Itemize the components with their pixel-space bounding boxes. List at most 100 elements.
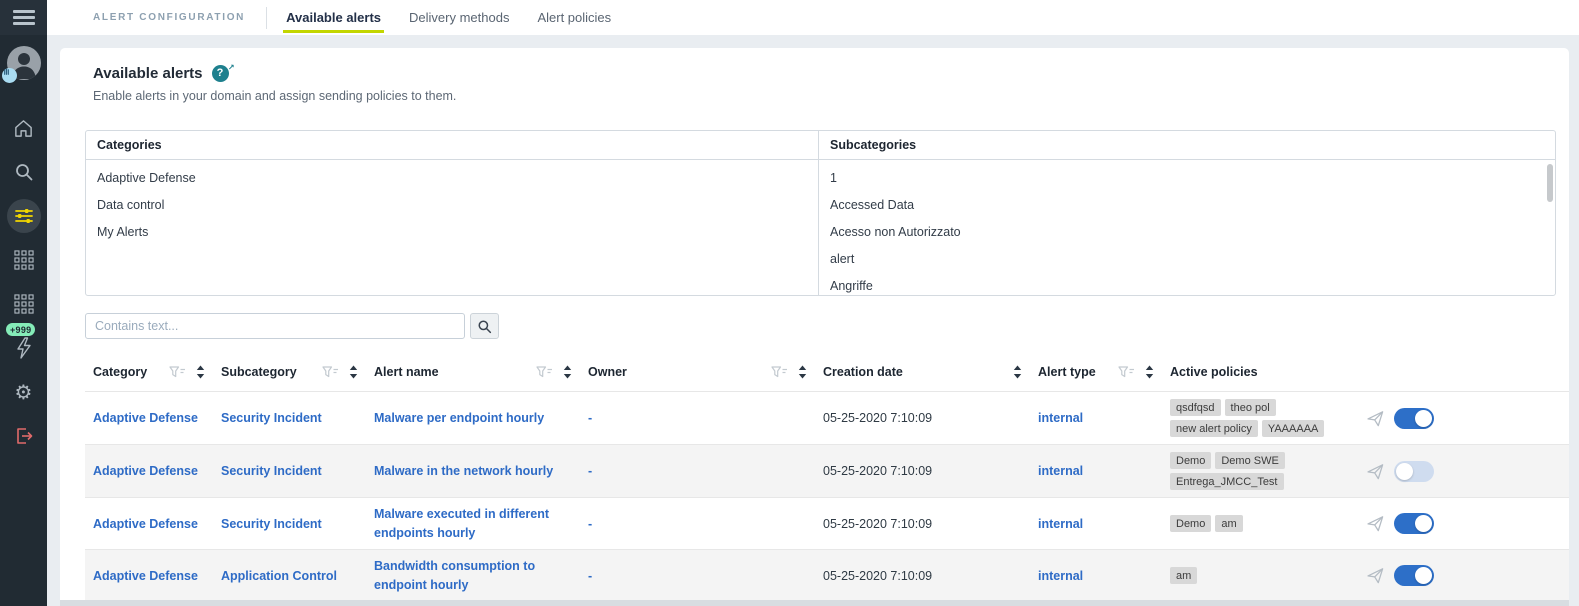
column-header-icons <box>536 365 572 379</box>
column-header-subcategory[interactable]: Subcategory <box>221 365 374 379</box>
active-item-circle <box>6 199 41 233</box>
column-label: Creation date <box>823 365 903 379</box>
cell-category[interactable]: Adaptive Defense <box>85 464 221 478</box>
policy-chip: qsdfqsd <box>1170 399 1221 416</box>
column-header-creation-date[interactable]: Creation date <box>823 365 1038 379</box>
sort-icon[interactable] <box>1013 365 1022 379</box>
avatar[interactable] <box>1 46 41 83</box>
subcategory-item[interactable]: Acesso non Autorizzato <box>819 219 1555 246</box>
search-input[interactable] <box>85 313 465 339</box>
sidebar-item-gear[interactable]: ⚙ <box>0 370 47 414</box>
sidebar-item-search[interactable] <box>0 150 47 194</box>
sort-icon[interactable] <box>349 365 358 379</box>
sort-icon[interactable] <box>563 365 572 379</box>
tab-delivery-methods[interactable]: Delivery methods <box>409 0 509 35</box>
column-label: Active policies <box>1170 365 1258 379</box>
cell-category[interactable]: Adaptive Defense <box>85 517 221 531</box>
filter-icon[interactable] <box>1118 366 1136 378</box>
category-panels: Categories Adaptive Defense Data control M… <box>85 130 1556 296</box>
table-header: Category Subcategory Alert name Owner Creati… <box>85 353 1569 391</box>
policy-chip: new alert policy <box>1170 420 1258 437</box>
cell-alert-name[interactable]: Malware executed in different endpoints … <box>374 505 588 543</box>
cell-owner: - <box>588 568 593 583</box>
cell-category[interactable]: Adaptive Defense <box>85 569 221 583</box>
page-title-row: Available alerts ? ↗ <box>93 63 1569 82</box>
cell-alert-type[interactable]: internal <box>1038 464 1170 478</box>
send-test-alert-button[interactable] <box>1356 514 1394 533</box>
column-label: Category <box>93 365 148 379</box>
tab-alert-policies[interactable]: Alert policies <box>537 0 611 35</box>
subcategory-item[interactable]: 1 <box>819 165 1555 192</box>
cell-alert-type[interactable]: internal <box>1038 517 1170 531</box>
filter-icon[interactable] <box>322 366 340 378</box>
subcategories-panel: Subcategories 1 Accessed Data Acesso non A… <box>819 131 1555 295</box>
toggle-knob <box>1415 409 1432 427</box>
cell-active-policies: qsdfqsd theo pol new alert policy YAAAAAA <box>1170 392 1356 444</box>
sidebar-item-grid[interactable] <box>0 282 47 326</box>
cell-alert-type[interactable]: internal <box>1038 411 1170 425</box>
column-header-owner[interactable]: Owner <box>588 365 823 379</box>
filters-sliders-icon <box>14 209 33 223</box>
policy-chip: Demo <box>1170 452 1212 469</box>
cell-owner: - <box>588 516 593 531</box>
column-header-icons <box>169 365 205 379</box>
cell-alert-type[interactable]: internal <box>1038 569 1170 583</box>
sidebar-item-logout[interactable] <box>0 414 47 458</box>
column-header-icons <box>1118 365 1154 379</box>
help-icon[interactable]: ? ↗ <box>211 63 235 82</box>
search-row <box>85 313 1569 339</box>
category-item[interactable]: Data control <box>86 192 818 219</box>
alert-enabled-toggle-off[interactable] <box>1394 460 1434 482</box>
topbar-tabs: Available alerts Delivery methods Alert po… <box>283 0 639 35</box>
toggle-knob <box>1415 515 1432 532</box>
cell-subcategory[interactable]: Security Incident <box>221 411 374 425</box>
policy-chip: am <box>1215 515 1243 532</box>
sidebar-item-bolt[interactable]: +999 <box>0 323 47 370</box>
cell-category[interactable]: Adaptive Defense <box>85 411 221 425</box>
search-button[interactable] <box>470 313 499 339</box>
alert-enabled-toggle-on[interactable] <box>1394 407 1434 429</box>
alert-enabled-toggle-on[interactable] <box>1394 565 1434 586</box>
categories-list: Adaptive Defense Data control My Alerts <box>86 160 818 246</box>
subcategory-item[interactable]: Accessed Data <box>819 192 1555 219</box>
sidebar-item-home[interactable] <box>0 106 47 150</box>
send-test-alert-button[interactable] <box>1356 566 1394 585</box>
category-item[interactable]: Adaptive Defense <box>86 165 818 192</box>
alert-enabled-toggle-on[interactable] <box>1394 513 1434 534</box>
column-header-alert-name[interactable]: Alert name <box>374 365 588 379</box>
horizontal-scrollbar[interactable] <box>60 600 1569 606</box>
sort-icon[interactable] <box>1145 365 1154 379</box>
sidebar-item-grid[interactable] <box>0 238 47 282</box>
column-header-alert-type[interactable]: Alert type <box>1038 365 1170 379</box>
cell-alert-name[interactable]: Malware in the network hourly <box>374 462 588 481</box>
hamburger-menu-button[interactable] <box>0 0 47 35</box>
table-body: Adaptive Defense Security Incident Malware… <box>85 391 1569 601</box>
cell-toggle <box>1394 565 1454 586</box>
apps-grid-icon <box>13 294 34 314</box>
cell-subcategory[interactable]: Security Incident <box>221 464 374 478</box>
subcategory-item[interactable]: alert <box>819 246 1555 273</box>
tab-available-alerts[interactable]: Available alerts <box>283 0 384 35</box>
send-test-alert-button[interactable] <box>1356 409 1394 428</box>
column-header-category[interactable]: Category <box>85 365 221 379</box>
cell-subcategory[interactable]: Application Control <box>221 569 374 583</box>
external-link-arrow-icon: ↗ <box>227 63 235 72</box>
cell-alert-name[interactable]: Bandwidth consumption to endpoint hourly <box>374 557 588 595</box>
subcategory-item[interactable]: Angriffe <box>819 273 1555 295</box>
cell-subcategory[interactable]: Security Incident <box>221 517 374 531</box>
filter-icon[interactable] <box>536 366 554 378</box>
filter-icon[interactable] <box>169 366 187 378</box>
send-test-alert-button[interactable] <box>1356 462 1394 481</box>
hand-badge-icon <box>1 68 17 83</box>
category-item[interactable]: My Alerts <box>86 219 818 246</box>
sort-icon[interactable] <box>798 365 807 379</box>
send-plane-icon <box>1366 568 1383 584</box>
sidebar-item-sliders-active[interactable] <box>0 194 47 238</box>
send-plane-icon <box>1366 516 1383 532</box>
column-label: Owner <box>588 365 627 379</box>
cell-alert-name[interactable]: Malware per endpoint hourly <box>374 409 588 428</box>
column-label: Alert name <box>374 365 439 379</box>
sort-icon[interactable] <box>196 365 205 379</box>
filter-icon[interactable] <box>771 366 789 378</box>
subcategories-scrollbar[interactable] <box>1547 164 1553 202</box>
